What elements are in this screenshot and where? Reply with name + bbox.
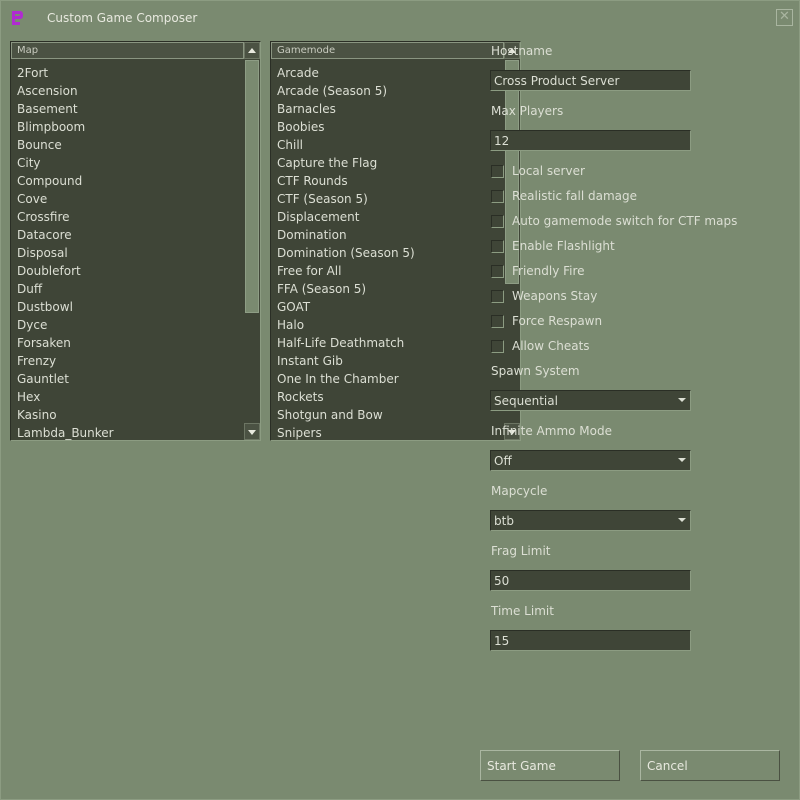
mapcycle-label: Mapcycle (491, 484, 548, 498)
list-item[interactable]: Capture the Flag (277, 154, 415, 172)
checkbox-label: Local server (512, 164, 585, 178)
list-item[interactable]: Domination (Season 5) (277, 244, 415, 262)
checkbox-label: Realistic fall damage (512, 189, 637, 203)
list-item[interactable]: CTF Rounds (277, 172, 415, 190)
chevron-down-icon (678, 398, 686, 402)
list-item[interactable]: Free for All (277, 262, 415, 280)
gamemode-list-items: Arcade Arcade (Season 5) Barnacles Boobies C… (277, 64, 415, 440)
gamemode-list-header[interactable]: Gamemode (271, 42, 504, 59)
window-title: Custom Game Composer (47, 11, 198, 25)
infinite-ammo-value: Off (494, 454, 512, 468)
cancel-button[interactable]: Cancel (640, 750, 780, 781)
list-item[interactable]: Gauntlet (17, 370, 114, 388)
list-item[interactable]: Snipers (277, 424, 415, 440)
max-players-label: Max Players (491, 104, 564, 118)
infinite-ammo-dropdown[interactable]: Off (490, 450, 691, 471)
hostname-label: Hostname (491, 44, 553, 58)
checkbox[interactable] (491, 215, 504, 228)
map-list-items: 2Fort Ascension Basement Blimpboom Bounce Cit… (17, 64, 114, 440)
infinite-ammo-label: Infinite Ammo Mode (491, 424, 612, 438)
list-item[interactable]: Hex (17, 388, 114, 406)
time-limit-label: Time Limit (491, 604, 554, 618)
list-item[interactable]: FFA (Season 5) (277, 280, 415, 298)
list-item[interactable]: Datacore (17, 226, 114, 244)
map-listbox[interactable]: Map 2Fort Ascension Basement Blimpboom Bounc… (10, 41, 261, 441)
checkbox-label: Auto gamemode switch for CTF maps (512, 214, 738, 228)
mapcycle-dropdown[interactable]: btb (490, 510, 691, 531)
list-item[interactable]: Arcade (Season 5) (277, 82, 415, 100)
list-item[interactable]: Half-Life Deathmatch (277, 334, 415, 352)
mapcycle-value: btb (494, 514, 514, 528)
chevron-down-icon (678, 458, 686, 462)
list-item[interactable]: Duff (17, 280, 114, 298)
checkbox[interactable] (491, 240, 504, 253)
list-item[interactable]: Dustbowl (17, 298, 114, 316)
frag-limit-field[interactable]: 50 (490, 570, 691, 591)
list-item[interactable]: Doublefort (17, 262, 114, 280)
checkbox[interactable] (491, 340, 504, 353)
list-item[interactable]: Crossfire (17, 208, 114, 226)
spawn-system-value: Sequential (494, 394, 558, 408)
max-players-field[interactable]: 12 (490, 130, 691, 151)
list-item[interactable]: Kasino (17, 406, 114, 424)
list-item[interactable]: Ascension (17, 82, 114, 100)
list-item[interactable]: Halo (277, 316, 415, 334)
list-item[interactable]: Bounce (17, 136, 114, 154)
frag-limit-label: Frag Limit (491, 544, 551, 558)
list-item[interactable]: City (17, 154, 114, 172)
start-game-button[interactable]: Start Game (480, 750, 620, 781)
checkbox-label: Weapons Stay (512, 289, 598, 303)
spawn-system-dropdown[interactable]: Sequential (490, 390, 691, 411)
list-item[interactable]: Lambda_Bunker (17, 424, 114, 440)
map-scrollbar[interactable] (244, 42, 260, 440)
list-item[interactable]: One In the Chamber (277, 370, 415, 388)
list-item[interactable]: Instant Gib (277, 352, 415, 370)
checkbox[interactable] (491, 190, 504, 203)
list-item[interactable]: Frenzy (17, 352, 114, 370)
list-item[interactable]: Compound (17, 172, 114, 190)
chevron-down-icon (678, 518, 686, 522)
list-item[interactable]: Chill (277, 136, 415, 154)
list-item[interactable]: Arcade (277, 64, 415, 82)
checkbox-label: Enable Flashlight (512, 239, 615, 253)
spawn-system-label: Spawn System (491, 364, 580, 378)
game-logo-icon (12, 11, 23, 25)
list-item[interactable]: Disposal (17, 244, 114, 262)
checkbox[interactable] (491, 165, 504, 178)
checkbox-label: Friendly Fire (512, 264, 585, 278)
list-item[interactable]: Shotgun and Bow (277, 406, 415, 424)
checkbox[interactable] (491, 315, 504, 328)
title-bar[interactable]: Custom Game Composer ✕ (1, 1, 800, 35)
list-item[interactable]: Displacement (277, 208, 415, 226)
list-item[interactable]: Cove (17, 190, 114, 208)
custom-game-composer-window: Custom Game Composer ✕ Map 2Fort Ascensio… (0, 0, 800, 800)
list-item[interactable]: Barnacles (277, 100, 415, 118)
checkbox[interactable] (491, 265, 504, 278)
checkbox[interactable] (491, 290, 504, 303)
list-item[interactable]: Forsaken (17, 334, 114, 352)
time-limit-field[interactable]: 15 (490, 630, 691, 651)
list-item[interactable]: Rockets (277, 388, 415, 406)
list-item[interactable]: CTF (Season 5) (277, 190, 415, 208)
checkbox-label: Force Respawn (512, 314, 603, 328)
list-item[interactable]: GOAT (277, 298, 415, 316)
list-item[interactable]: Blimpboom (17, 118, 114, 136)
checkbox-label: Allow Cheats (512, 339, 590, 353)
list-item[interactable]: Dyce (17, 316, 114, 334)
arrow-up-icon[interactable] (244, 42, 260, 59)
map-list-header[interactable]: Map (11, 42, 244, 59)
close-icon[interactable]: ✕ (776, 9, 793, 26)
list-item[interactable]: Domination (277, 226, 415, 244)
list-item[interactable]: Boobies (277, 118, 415, 136)
hostname-field[interactable]: Cross Product Server (490, 70, 691, 91)
arrow-down-icon[interactable] (244, 423, 260, 440)
list-item[interactable]: 2Fort (17, 64, 114, 82)
gamemode-listbox[interactable]: Gamemode Arcade Arcade (Season 5) Barnacle… (270, 41, 521, 441)
list-item[interactable]: Basement (17, 100, 114, 118)
map-scroll-thumb[interactable] (245, 60, 259, 313)
